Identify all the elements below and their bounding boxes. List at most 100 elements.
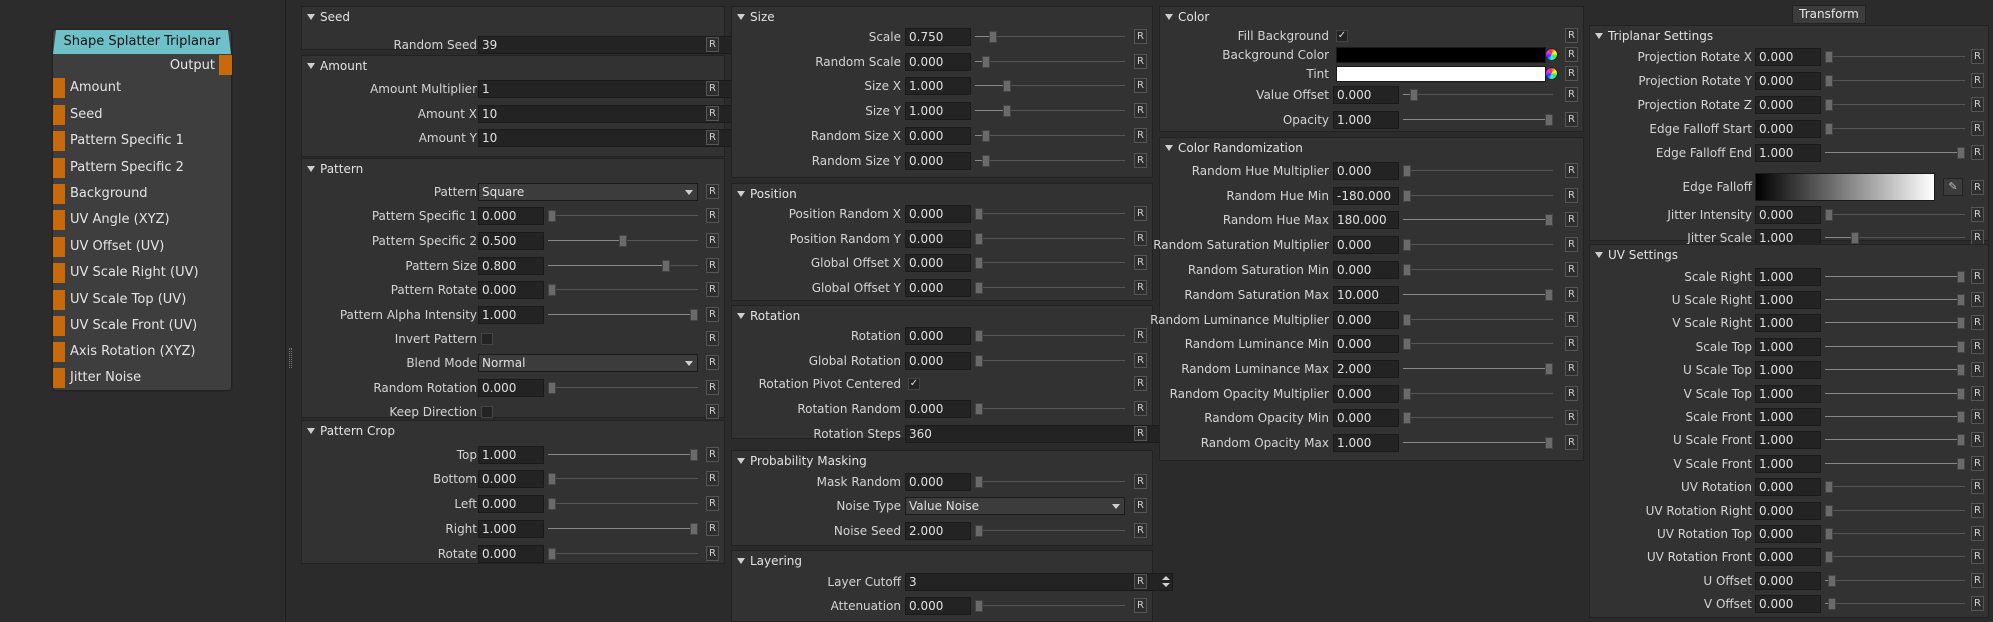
reset-button[interactable]: R xyxy=(1134,353,1147,368)
panel-header-triplanar[interactable]: Triplanar Settings xyxy=(1590,26,1988,46)
jitter-intensity-slider[interactable] xyxy=(1825,206,1965,224)
global-offset-x-slider[interactable] xyxy=(975,254,1125,272)
uv-rotation-slider[interactable] xyxy=(1825,478,1965,496)
edge-falloff-start-value-field[interactable]: 0.000 xyxy=(1755,120,1821,138)
slider-handle[interactable] xyxy=(1545,363,1553,375)
slider-handle[interactable] xyxy=(1827,598,1836,610)
global-offset-x-value-field[interactable]: 0.000 xyxy=(905,254,971,272)
slider-handle[interactable] xyxy=(975,257,983,269)
reset-button[interactable]: R xyxy=(1971,549,1984,564)
v-scale-right-slider[interactable] xyxy=(1825,314,1965,332)
v-scale-top-value-field[interactable]: 1.000 xyxy=(1755,385,1821,403)
slider-handle[interactable] xyxy=(1545,437,1553,449)
slider-handle[interactable] xyxy=(1403,412,1411,424)
position-random-x-slider[interactable] xyxy=(975,205,1125,223)
slider-handle[interactable] xyxy=(548,473,556,485)
panel-header-pattern[interactable]: Pattern xyxy=(302,159,724,179)
reset-button[interactable]: R xyxy=(1971,121,1984,136)
reset-button[interactable]: R xyxy=(1134,574,1147,589)
node-input-background[interactable]: Background xyxy=(53,184,213,204)
random-opacity-max-value-field[interactable]: 1.000 xyxy=(1333,434,1399,452)
input-port[interactable] xyxy=(53,184,65,204)
reset-button[interactable]: R xyxy=(1134,255,1147,270)
splitter-grip-icon[interactable] xyxy=(289,348,292,368)
slider-handle[interactable] xyxy=(1827,575,1836,587)
reset-button[interactable]: R xyxy=(1565,212,1578,227)
node-input-jitter-noise[interactable]: Jitter Noise xyxy=(53,368,213,388)
node-input-uv-scale-right-uv[interactable]: UV Scale Right (UV) xyxy=(53,263,213,283)
reset-button[interactable]: R xyxy=(706,546,719,561)
projection-rotate-x-slider[interactable] xyxy=(1825,48,1965,66)
panel-header-amount[interactable]: Amount xyxy=(302,56,724,76)
reset-button[interactable]: R xyxy=(1134,376,1147,391)
reset-button[interactable]: R xyxy=(1971,456,1984,471)
rotation-pivot-centered-checkbox[interactable]: ✓ xyxy=(908,378,920,390)
global-rotation-value-field[interactable]: 0.000 xyxy=(905,352,971,370)
blend-mode-dropdown[interactable]: Normal xyxy=(478,354,698,372)
collapse-triangle-icon[interactable] xyxy=(737,458,745,464)
random-size-y-slider[interactable] xyxy=(975,152,1125,170)
random-size-x-slider[interactable] xyxy=(975,127,1125,145)
reset-button[interactable]: R xyxy=(706,471,719,486)
collapse-triangle-icon[interactable] xyxy=(1595,252,1603,258)
slider-handle[interactable] xyxy=(989,31,998,43)
reset-button[interactable]: R xyxy=(706,208,719,223)
reset-button[interactable]: R xyxy=(1971,180,1984,195)
slider-handle[interactable] xyxy=(1825,99,1833,111)
input-port[interactable] xyxy=(53,290,65,310)
reset-button[interactable]: R xyxy=(706,496,719,511)
global-offset-y-value-field[interactable]: 0.000 xyxy=(905,279,971,297)
random-rotation-slider[interactable] xyxy=(548,379,698,397)
jitter-intensity-value-field[interactable]: 0.000 xyxy=(1755,206,1821,224)
position-random-y-slider[interactable] xyxy=(975,230,1125,248)
color-picker-icon[interactable] xyxy=(1545,67,1558,80)
slider-handle[interactable] xyxy=(1851,232,1860,244)
slider-handle[interactable] xyxy=(1957,434,1965,446)
collapse-triangle-icon[interactable] xyxy=(307,63,315,69)
reset-button[interactable]: R xyxy=(1565,361,1578,376)
reset-button[interactable]: R xyxy=(1565,47,1578,62)
slider-handle[interactable] xyxy=(1825,528,1833,540)
reset-button[interactable]: R xyxy=(1565,336,1578,351)
noise-seed-slider[interactable] xyxy=(975,522,1125,540)
slider-handle[interactable] xyxy=(975,355,983,367)
slider-handle[interactable] xyxy=(1403,239,1411,251)
node-input-uv-angle-xyz[interactable]: UV Angle (XYZ) xyxy=(53,210,213,230)
slider-handle[interactable] xyxy=(982,155,991,167)
u-scale-right-value-field[interactable]: 1.000 xyxy=(1755,291,1821,309)
random-hue-max-value-field[interactable]: 180.000 xyxy=(1333,211,1399,229)
reset-button[interactable]: R xyxy=(1971,503,1984,518)
color-picker-icon[interactable] xyxy=(1545,48,1558,61)
random-scale-value-field[interactable]: 0.000 xyxy=(905,53,971,71)
node-input-amount[interactable]: Amount xyxy=(53,78,213,98)
reset-button[interactable]: R xyxy=(706,404,719,419)
reset-button[interactable]: R xyxy=(1971,479,1984,494)
scale-top-value-field[interactable]: 1.000 xyxy=(1755,338,1821,356)
reset-button[interactable]: R xyxy=(1134,128,1147,143)
collapse-triangle-icon[interactable] xyxy=(1165,14,1173,20)
opacity-value-field[interactable]: 1.000 xyxy=(1333,111,1399,129)
random-luminance-min-value-field[interactable]: 0.000 xyxy=(1333,335,1399,353)
collapse-triangle-icon[interactable] xyxy=(307,14,315,20)
pattern-specific-2-value-field[interactable]: 0.500 xyxy=(478,232,544,250)
left-slider[interactable] xyxy=(548,495,698,513)
v-offset-value-field[interactable]: 0.000 xyxy=(1755,595,1821,613)
slider-handle[interactable] xyxy=(975,403,983,415)
reset-button[interactable]: R xyxy=(1134,103,1147,118)
value-offset-slider[interactable] xyxy=(1403,86,1553,104)
reset-button[interactable]: R xyxy=(1134,78,1147,93)
rotation-random-slider[interactable] xyxy=(975,400,1125,418)
random-rotation-value-field[interactable]: 0.000 xyxy=(478,379,544,397)
input-port[interactable] xyxy=(53,210,65,230)
node-graph-area[interactable]: Shape Splatter Triplanar Output Amount Se… xyxy=(0,0,286,622)
slider-handle[interactable] xyxy=(1957,147,1965,159)
slider-handle[interactable] xyxy=(1403,314,1411,326)
node-input-pattern-specific-1[interactable]: Pattern Specific 1 xyxy=(53,131,213,151)
slider-handle[interactable] xyxy=(690,309,698,321)
reset-button[interactable]: R xyxy=(706,355,719,370)
slider-handle[interactable] xyxy=(548,382,556,394)
slider-handle[interactable] xyxy=(1003,80,1012,92)
reset-button[interactable]: R xyxy=(1971,339,1984,354)
right-slider[interactable] xyxy=(548,520,698,538)
slider-handle[interactable] xyxy=(1825,551,1833,563)
